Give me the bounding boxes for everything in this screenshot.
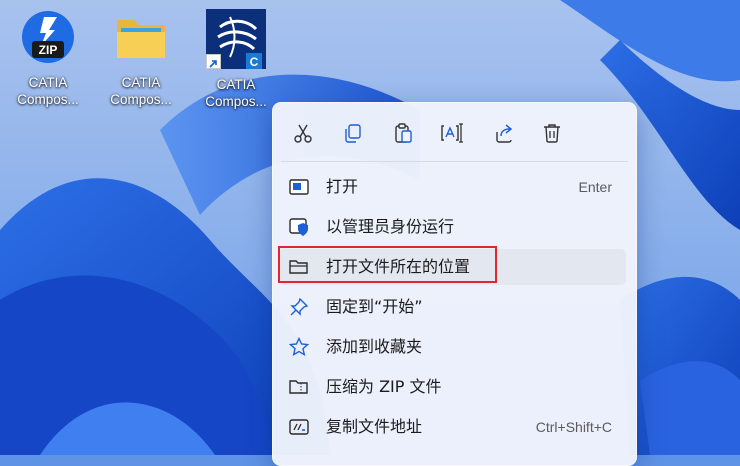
shortcut-arrow-icon [206,54,221,69]
copy-icon [345,124,361,143]
menu-item-label: 固定到“开始” [326,297,423,316]
cut-button[interactable] [288,119,318,147]
folder-icon [112,8,170,66]
catia-composer-shortcut-icon: C [206,9,266,69]
context-menu: 打开 Enter 以管理员身份运行 打开文件所在的位置 固定到“开始” 添加到收… [272,102,637,466]
copy-path-icon [289,419,309,435]
folder-outline-icon [289,260,308,274]
menu-item-open[interactable]: 打开 Enter [279,169,626,205]
menu-item-compress-zip[interactable]: 压缩为 ZIP 文件 [279,369,626,405]
menu-item-pin-to-start[interactable]: 固定到“开始” [279,289,626,325]
open-window-icon [289,179,309,195]
paste-button[interactable] [388,119,418,147]
menu-item-label: 压缩为 ZIP 文件 [326,377,442,396]
menu-item-shortcut: Ctrl+Shift+C [535,419,612,435]
paste-icon [395,123,412,143]
share-icon [496,124,513,143]
svg-text:C: C [250,55,259,69]
quick-actions-bar [273,103,636,161]
share-button[interactable] [489,119,519,147]
menu-divider [281,161,628,162]
desktop-icon-label: CATIA Compos... [110,75,172,107]
rename-icon [441,123,463,143]
menu-item-shortcut: Enter [578,179,612,195]
menu-item-label: 添加到收藏夹 [326,337,423,356]
menu-item-label: 以管理员身份运行 [326,217,455,236]
desktop-icon-label: CATIA Compos... [205,77,267,109]
menu-item-add-to-favorites[interactable]: 添加到收藏夹 [279,329,626,365]
menu-item-label: 打开 [326,177,359,196]
desktop-icon-folder[interactable]: CATIA Compos... [98,8,184,120]
delete-button[interactable] [537,119,567,147]
pin-icon [290,297,309,316]
desktop-icon-zip[interactable]: ZIP CATIA Compos... [5,8,91,120]
scissors-icon [294,124,312,143]
zip-folder-icon [289,380,308,394]
menu-item-label: 复制文件地址 [326,417,423,436]
shield-icon [289,218,308,236]
desktop-icon-catia-shortcut[interactable]: C CATIA Compos... [193,8,279,120]
menu-item-label: 打开文件所在的位置 [326,257,471,276]
rename-button[interactable] [437,119,467,147]
svg-text:ZIP: ZIP [39,43,58,57]
menu-item-open-file-location[interactable]: 打开文件所在的位置 [279,249,626,285]
menu-item-run-as-admin[interactable]: 以管理员身份运行 [279,209,626,245]
menu-item-copy-path[interactable]: 复制文件地址 Ctrl+Shift+C [279,409,626,445]
copy-button[interactable] [338,119,368,147]
desktop-icon-label: CATIA Compos... [17,75,79,107]
zip-app-icon: ZIP [19,8,77,66]
trash-icon [544,124,560,143]
star-icon [289,337,309,357]
